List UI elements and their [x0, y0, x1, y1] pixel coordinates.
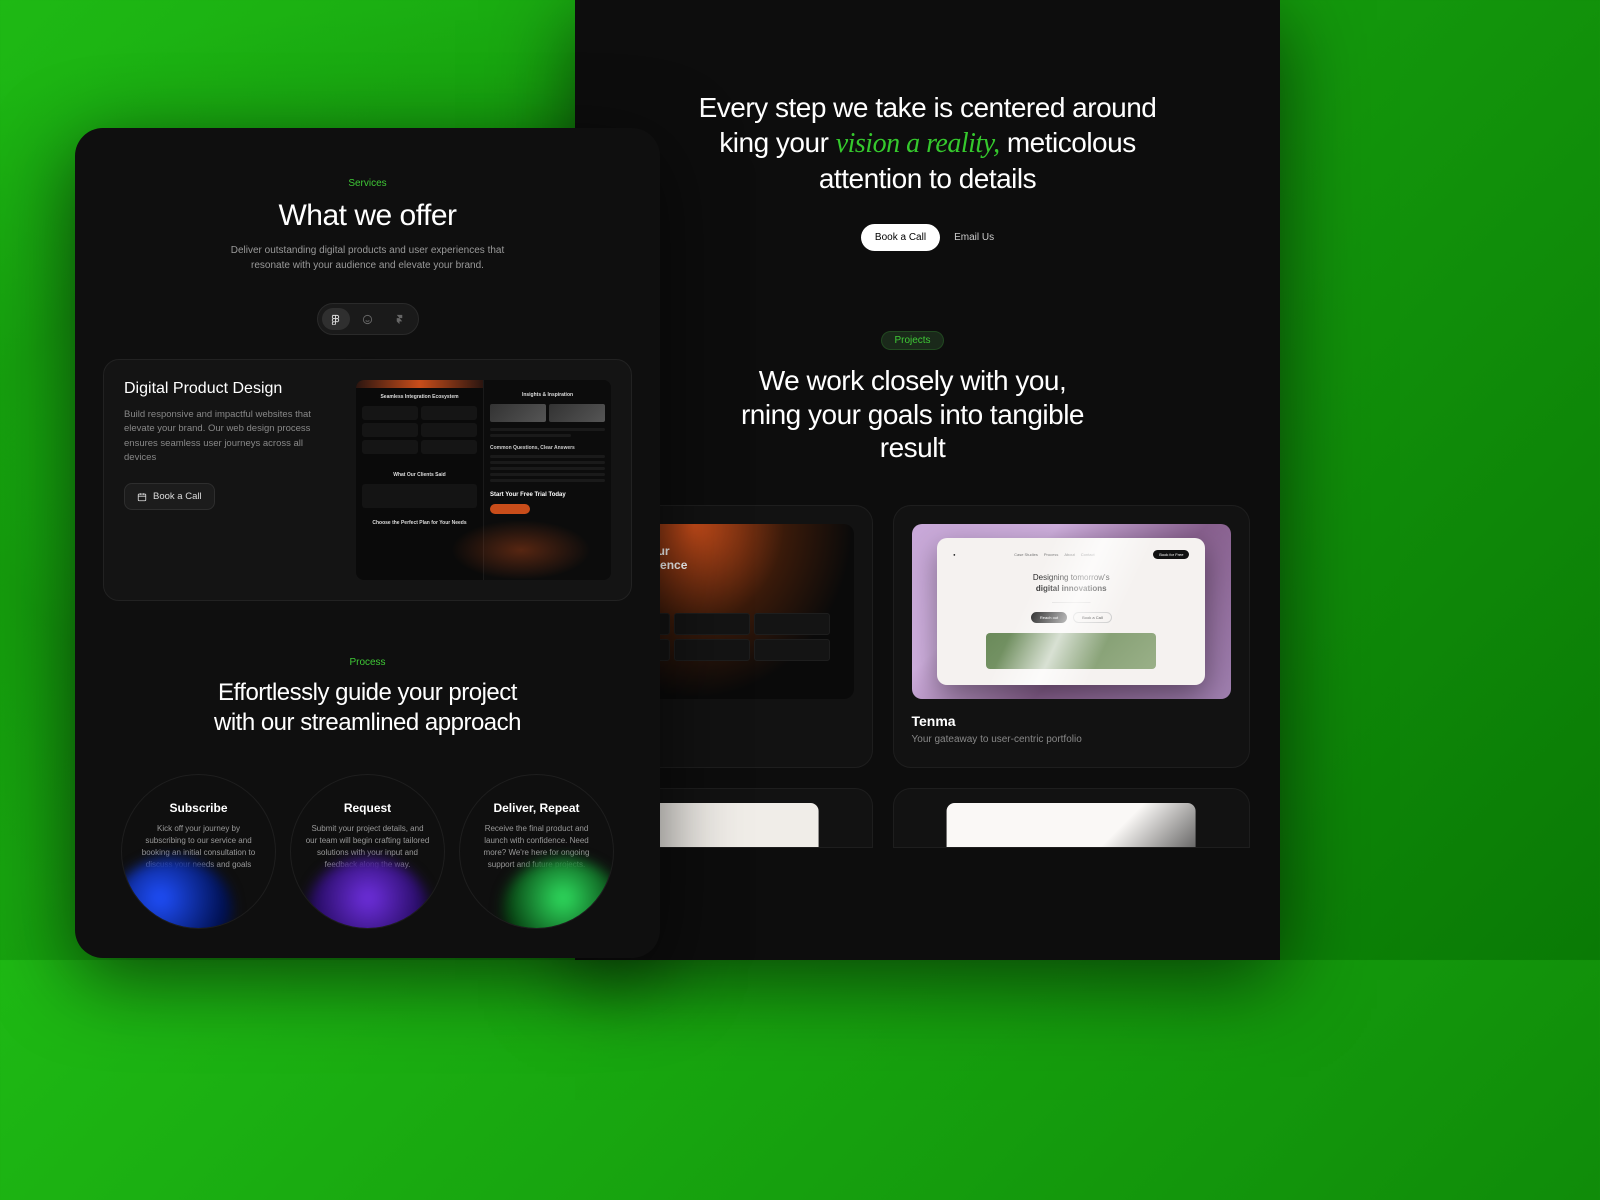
panel-right: Every step we take is centered around ki…	[575, 0, 1280, 960]
book-call-label: Book a Call	[153, 491, 202, 502]
service-tabs	[317, 303, 419, 335]
process-title-deliver: Deliver, Repeat	[493, 801, 579, 815]
calendar-icon	[137, 492, 147, 502]
tablet-mock: ● Case Studies Process About Contact Boo…	[937, 538, 1205, 685]
project-thumb-tenma: ● Case Studies Process About Contact Boo…	[912, 524, 1232, 699]
process-deliver: Deliver, Repeat Receive the final produc…	[459, 774, 614, 929]
smile-icon	[362, 314, 373, 325]
process-label: Process	[115, 657, 620, 668]
dpd-mock-preview: Seamless Integration Ecosystem What Our …	[356, 380, 611, 580]
process-row: Subscribe Kick off your journey by subsc…	[115, 774, 620, 929]
figma-icon	[330, 314, 341, 325]
process-heading: Effortlessly guide your project with our…	[115, 678, 620, 738]
dpd-desc: Build responsive and impactful websites …	[124, 408, 336, 465]
hero-section: Every step we take is centered around ki…	[575, 0, 1280, 291]
book-call-button[interactable]: Book a Call	[861, 224, 940, 251]
tab-framer[interactable]	[386, 308, 414, 330]
book-call-button-dpd[interactable]: Book a Call	[124, 483, 215, 510]
hero-italic: vision a reality,	[836, 128, 1000, 159]
process-subscribe: Subscribe Kick off your journey by subsc…	[121, 774, 276, 929]
projects-row-2	[575, 788, 1250, 848]
process-section: Process Effortlessly guide your project …	[75, 601, 660, 929]
hero-line-2b: meticolous	[1000, 127, 1136, 158]
hero-line-2a: king your	[719, 127, 835, 158]
process-title-subscribe: Subscribe	[169, 801, 227, 815]
process-request: Request Submit your project details, and…	[290, 774, 445, 929]
project-title-tenma: Tenma	[912, 713, 1232, 729]
card-digital-product-design: Digital Product Design Build responsive …	[103, 359, 632, 601]
hero-line-1: Every step we take is centered around	[699, 92, 1157, 123]
services-label: Services	[115, 178, 620, 189]
services-sub: Deliver outstanding digital products and…	[228, 243, 508, 273]
hero-cta-row: Book a Call Email Us	[615, 224, 1240, 251]
project-sub-tenma: Your gateaway to user-centric portfolio	[912, 734, 1232, 745]
services-section: Services What we offer Deliver outstandi…	[75, 128, 660, 335]
panel-left: Services What we offer Deliver outstandi…	[75, 128, 660, 958]
hero-heading: Every step we take is centered around ki…	[615, 90, 1240, 196]
projects-heading: We work closely with you, rning your goa…	[575, 364, 1250, 465]
projects-grid: Achieve Youroject Excellence ct template…	[575, 505, 1250, 768]
project-card-4[interactable]	[893, 788, 1251, 848]
hero-line-3: attention to details	[819, 163, 1036, 194]
projects-label: Projects	[575, 331, 1250, 350]
process-title-request: Request	[344, 801, 391, 815]
email-us-button[interactable]: Email Us	[954, 232, 994, 243]
projects-section: Projects We work closely with you, rning…	[575, 291, 1280, 848]
framer-icon	[394, 314, 405, 325]
services-heading: What we offer	[115, 199, 620, 233]
tab-figma[interactable]	[322, 308, 350, 330]
dpd-title: Digital Product Design	[124, 380, 336, 398]
project-card-tenma[interactable]: ● Case Studies Process About Contact Boo…	[893, 505, 1251, 768]
tab-smile[interactable]	[354, 308, 382, 330]
